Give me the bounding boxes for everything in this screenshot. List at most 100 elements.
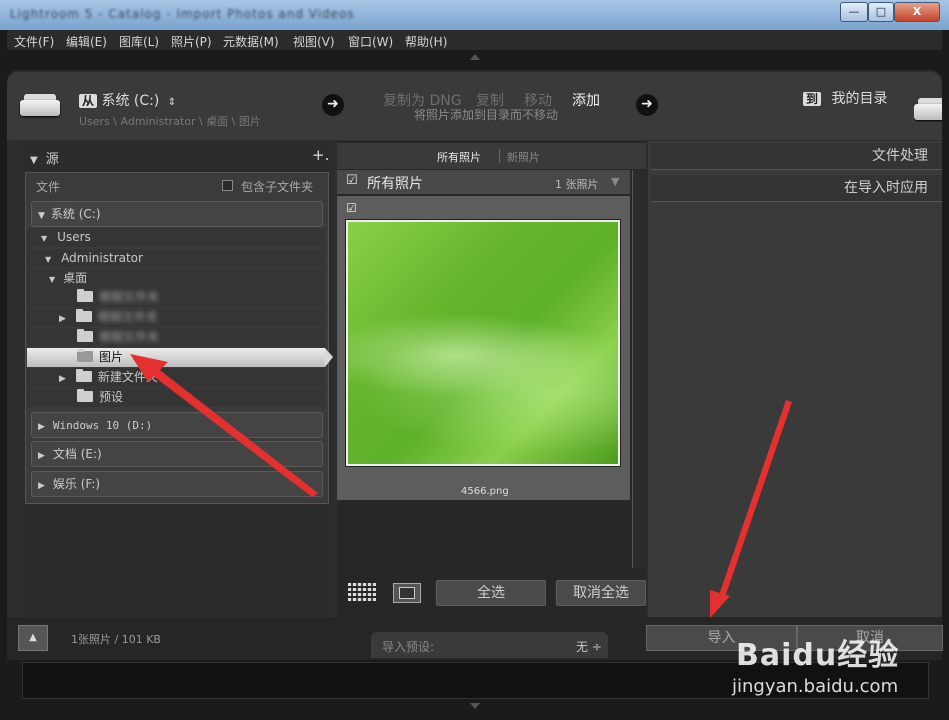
tab-divider (499, 149, 500, 163)
watermark-url: jingyan.baidu.com (732, 676, 899, 697)
add-source-icon[interactable]: +. (312, 146, 329, 164)
include-subfolders-label: 包含子文件夹 (241, 180, 314, 194)
menu-file[interactable]: 文件(F) (14, 33, 54, 50)
from-chip: 从 (79, 94, 98, 108)
source-panel-title: 源 (45, 152, 59, 167)
grid-tabs (337, 143, 646, 169)
apply-during-import-section[interactable]: 在导入时应用 (651, 175, 942, 202)
tree-item-administrator[interactable]: ▼ Administrator (27, 249, 325, 268)
triangle-right-icon: ▶ (38, 451, 45, 461)
triangle-down-icon: ▼ (30, 155, 38, 166)
triangle-down-icon: ▼ (49, 275, 56, 284)
tree-item-label: Administrator (61, 251, 143, 265)
destination-label: 我的目录 (831, 91, 888, 107)
mode-add[interactable]: 添加 (572, 90, 600, 110)
watermark-brand: Baidu经验 (736, 638, 900, 673)
include-subfolders-checkbox[interactable] (222, 180, 233, 191)
menu-window[interactable]: 窗口(W) (348, 33, 393, 50)
source-selector[interactable]: 从 系统 (C:) ⇕ (79, 90, 176, 110)
import-summary: 1张照片 / 101 KB (71, 633, 161, 646)
folder-icon (77, 349, 93, 362)
files-label: 文件 (36, 180, 61, 194)
minimize-button[interactable]: — (840, 2, 868, 22)
sort-dropdown-icon[interactable]: ▼ (611, 175, 619, 188)
tree-item-folder[interactable]: 模糊文件夹 (27, 328, 325, 347)
tree-item-folder[interactable]: 模糊文件夹 (27, 288, 325, 307)
maximize-button[interactable]: □ (868, 2, 894, 22)
tree-item-presets[interactable]: 预设 (27, 388, 325, 407)
grid-title: 所有照片 (367, 176, 423, 192)
section-title: 在导入时应用 (844, 180, 928, 196)
menu-metadata[interactable]: 元数据(M) (223, 33, 279, 50)
tree-item-label: 模糊文件夹 (99, 290, 160, 304)
menu-edit[interactable]: 编辑(E) (66, 33, 107, 50)
volume-f[interactable]: ▶ 娱乐 (F:) (31, 471, 323, 497)
folder-icon (75, 309, 92, 322)
volume-e[interactable]: ▶ 文档 (E:) (31, 441, 323, 467)
tree-item-users[interactable]: ▼ Users (27, 228, 325, 247)
tree-item-label: 预设 (99, 390, 124, 404)
menu-view[interactable]: 视图(V) (293, 33, 335, 50)
triangle-right-icon: ▶ (38, 422, 45, 432)
select-all-button[interactable]: 全选 (436, 580, 546, 606)
collapse-top-icon[interactable] (470, 54, 480, 60)
menu-library[interactable]: 图库(L) (119, 33, 159, 50)
triangle-down-icon: ▼ (38, 211, 45, 221)
close-button[interactable]: X (894, 2, 940, 22)
tree-item-desktop[interactable]: ▼ 桌面 (27, 269, 325, 288)
tab-new-photos[interactable]: 新照片 (507, 149, 540, 165)
source-dropdown-icon: ⇕ (167, 97, 177, 108)
settings-panel (648, 141, 942, 617)
triangle-right-icon: ▶ (59, 314, 66, 324)
source-path: Users \ Administrator \ 桌面 \ 图片 (79, 115, 261, 128)
tree-item-label: 新建文件夹 (97, 370, 158, 384)
mode-description: 将照片添加到目录而不移动 (414, 108, 559, 122)
photo-count: 1 张照片 (555, 178, 599, 191)
check-all-icon[interactable]: ☑ (346, 173, 358, 188)
triangle-down-icon: ▼ (45, 255, 52, 264)
folder-icon (75, 369, 92, 382)
volume-label: Windows 10 (D:) (52, 419, 153, 432)
tree-item-label: Users (57, 230, 91, 244)
volume-d[interactable]: ▶ Windows 10 (D:) (31, 412, 323, 438)
menu-photo[interactable]: 照片(P) (171, 33, 212, 50)
destination-selector[interactable]: 到 我的目录 (803, 88, 887, 108)
tab-all-photos[interactable]: 所有照片 (437, 149, 481, 165)
grid-scrollbar[interactable] (632, 170, 645, 568)
tree-item-folder[interactable]: ▶ 模糊文件夹 (27, 308, 325, 327)
file-handling-section[interactable]: 文件处理 (651, 143, 942, 170)
deselect-all-button[interactable]: 取消全选 (556, 580, 646, 606)
tree-item-label: 图片 (99, 350, 124, 364)
source-label: 系统 (C:) (101, 93, 160, 109)
volume-label: 系统 (C:) (50, 207, 101, 221)
tree-item-pictures-selected[interactable]: 图片 (27, 348, 325, 367)
to-chip: 到 (803, 92, 822, 106)
import-preset-value[interactable]: 无 ÷ (576, 638, 602, 655)
tree-item-label: 模糊文件夹 (97, 310, 158, 324)
volume-c[interactable]: ▼ 系统 (C:) (31, 201, 323, 227)
tree-item-label: 模糊文件夹 (99, 330, 160, 344)
arrow-right-icon: ➜ (322, 94, 344, 116)
folder-icon (77, 389, 93, 402)
photo-checkbox-icon[interactable]: ☑ (346, 201, 357, 215)
triangle-right-icon: ▶ (59, 374, 66, 384)
tree-item-label: 桌面 (63, 271, 88, 285)
tree-item-new-folder[interactable]: ▶ 新建文件夹 (27, 368, 325, 387)
arrow-right-icon: ➜ (636, 94, 658, 116)
selection-pointer (325, 348, 333, 367)
triangle-down-icon: ▼ (41, 234, 48, 243)
triangle-right-icon: ▶ (38, 481, 45, 491)
source-disk-icon (20, 92, 64, 118)
collapse-up-icon[interactable]: ▲ (18, 625, 48, 651)
grid-view-icon[interactable] (348, 583, 376, 601)
folder-icon (77, 289, 93, 302)
source-panel-header[interactable]: ▼ 源 (30, 148, 59, 167)
loupe-view-icon[interactable] (393, 583, 421, 603)
destination-disk-icon (914, 96, 942, 122)
folder-icon (77, 329, 93, 342)
photo-thumbnail[interactable] (346, 220, 620, 466)
thumb-filename: 4566.png (461, 486, 509, 497)
menu-help[interactable]: 帮助(H) (405, 33, 447, 50)
collapse-bottom-icon[interactable] (470, 703, 480, 709)
section-title: 文件处理 (872, 148, 928, 164)
